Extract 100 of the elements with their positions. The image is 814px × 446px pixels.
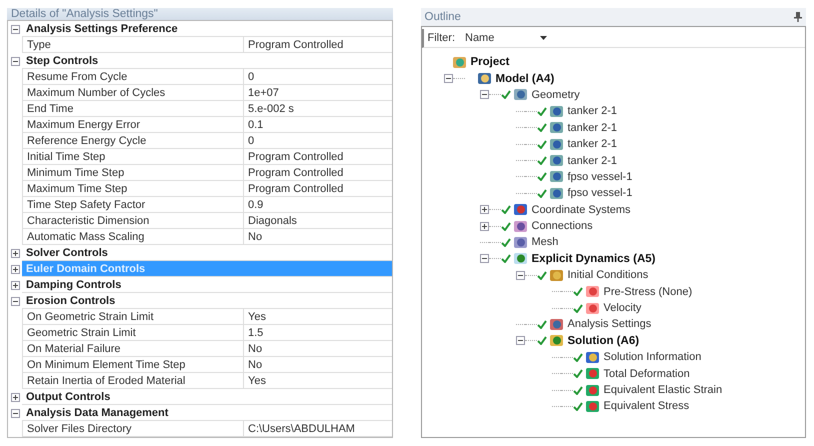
property-value[interactable]: 0.1 (243, 117, 392, 133)
property-name: Maximum Energy Error (22, 117, 243, 133)
tree-item[interactable]: Explicit Dynamics (A5) (532, 252, 656, 265)
panel-title: Details of "Analysis Settings" (7, 8, 392, 20)
expand-toggle[interactable] (480, 90, 488, 100)
expand-toggle[interactable] (10, 296, 20, 306)
property-value[interactable]: 0.9 (243, 197, 392, 213)
property-name: Maximum Number of Cycles (22, 85, 243, 101)
tree-item[interactable]: Equivalent Elastic Strain (604, 384, 722, 396)
check-icon (536, 270, 546, 280)
tree-item[interactable]: tanker 2-1 (568, 105, 618, 118)
info-icon (584, 350, 600, 364)
panel-title: Outline (424, 11, 461, 23)
property-value[interactable]: No (243, 341, 392, 357)
model-icon (476, 72, 492, 86)
property-name: End Time (22, 101, 243, 117)
property-value[interactable]: Program Controlled (243, 165, 392, 181)
load-icon (584, 302, 600, 315)
property-value[interactable]: 5.e-002 s (243, 101, 392, 117)
tree-item[interactable]: tanker 2-1 (568, 154, 618, 167)
property-name: Reference Energy Cycle (22, 133, 243, 149)
expand-toggle[interactable] (480, 205, 488, 214)
property-name: Characteristic Dimension (22, 213, 243, 229)
property-value[interactable]: Diagonals (243, 213, 392, 229)
expand-toggle[interactable] (10, 408, 20, 418)
tree-item[interactable]: Model (A4) (496, 72, 554, 85)
tree-item[interactable]: Mesh (532, 236, 558, 248)
expand-toggle[interactable] (516, 270, 524, 280)
analysis-icon (512, 252, 528, 266)
tree-item[interactable]: Analysis Settings (568, 318, 652, 330)
part-icon (548, 186, 564, 200)
tree-item[interactable]: tanker 2-1 (568, 122, 618, 134)
part-icon (548, 121, 564, 134)
property-value[interactable]: 0 (243, 133, 392, 149)
geometry-icon (512, 88, 528, 102)
tree-item[interactable]: Total Deformation (604, 368, 690, 380)
expand-toggle[interactable] (10, 392, 20, 402)
tree-item[interactable]: Project (470, 56, 510, 68)
property-value[interactable]: 1.5 (243, 325, 392, 341)
tree-item[interactable]: fpso vessel-1 (568, 170, 632, 183)
tree-item[interactable]: tanker 2-1 (568, 138, 618, 150)
tree-item[interactable]: Solution (A6) (568, 334, 640, 347)
tree-item[interactable]: fpso vessel-1 (568, 187, 632, 200)
property-value[interactable]: Program Controlled (243, 149, 392, 165)
property-name: On Geometric Strain Limit (22, 309, 243, 325)
caret-icon (540, 36, 548, 40)
mesh-icon (512, 236, 528, 249)
result-icon (584, 400, 600, 413)
folder-icon (548, 268, 564, 282)
group-header[interactable]: Analysis Data Management (22, 405, 392, 421)
group-header[interactable]: Analysis Settings Preference (22, 21, 392, 37)
property-value[interactable]: 0 (243, 69, 392, 85)
property-value[interactable]: Program Controlled (243, 181, 392, 197)
expand-toggle[interactable] (10, 264, 20, 274)
tree-item[interactable]: Coordinate Systems (532, 204, 631, 216)
project-icon (452, 56, 466, 69)
property-value[interactable]: 1e+07 (243, 85, 392, 101)
group-header[interactable]: Output Controls (22, 389, 392, 405)
expand-toggle[interactable] (10, 248, 20, 258)
property-value[interactable]: C:\Users\ABDULHAM (243, 421, 392, 437)
filter-dropdown[interactable]: Name (465, 32, 548, 44)
tree-item[interactable]: Geometry (532, 88, 580, 101)
property-name: Initial Time Step (22, 149, 243, 165)
tree-item[interactable]: Connections (532, 220, 593, 232)
solution-icon (548, 334, 564, 348)
property-value[interactable]: Yes (243, 309, 392, 325)
expand-toggle[interactable] (444, 74, 452, 84)
property-value[interactable]: No (243, 357, 392, 373)
part-icon (548, 170, 564, 184)
tree-item[interactable]: Solution Information (604, 351, 702, 364)
property-name: On Minimum Element Time Step (22, 357, 243, 373)
tree-item[interactable]: Equivalent Stress (604, 400, 690, 412)
property-name: Solver Files Directory (22, 421, 243, 437)
property-name: Geometric Strain Limit (22, 325, 243, 341)
expand-toggle[interactable] (480, 222, 488, 231)
check-icon (500, 90, 510, 100)
result-icon (584, 367, 600, 380)
property-name: Minimum Time Step (22, 165, 243, 181)
expand-toggle[interactable] (10, 280, 20, 290)
load-icon (584, 285, 600, 298)
expand-toggle[interactable] (516, 336, 524, 346)
filter-label: Filter: (428, 32, 455, 44)
result-icon (584, 384, 600, 396)
group-header[interactable]: Damping Controls (22, 277, 392, 293)
property-name: Time Step Safety Factor (22, 197, 243, 213)
property-name: On Material Failure (22, 341, 243, 357)
group-header[interactable]: Step Controls (22, 53, 392, 69)
group-header[interactable]: Solver Controls (22, 245, 392, 261)
expand-toggle[interactable] (10, 24, 20, 34)
tree-item[interactable]: Initial Conditions (568, 269, 648, 282)
tree-item[interactable]: Pre-Stress (None) (604, 286, 692, 298)
part-icon (548, 154, 564, 168)
group-header[interactable]: Erosion Controls (22, 293, 392, 309)
tree-item[interactable]: Velocity (604, 302, 642, 314)
expand-toggle[interactable] (10, 56, 20, 66)
part-icon (548, 104, 564, 118)
pin-icon[interactable] (794, 12, 802, 22)
property-name: Resume From Cycle (22, 69, 243, 85)
axes-icon (512, 203, 528, 216)
expand-toggle[interactable] (480, 254, 488, 264)
